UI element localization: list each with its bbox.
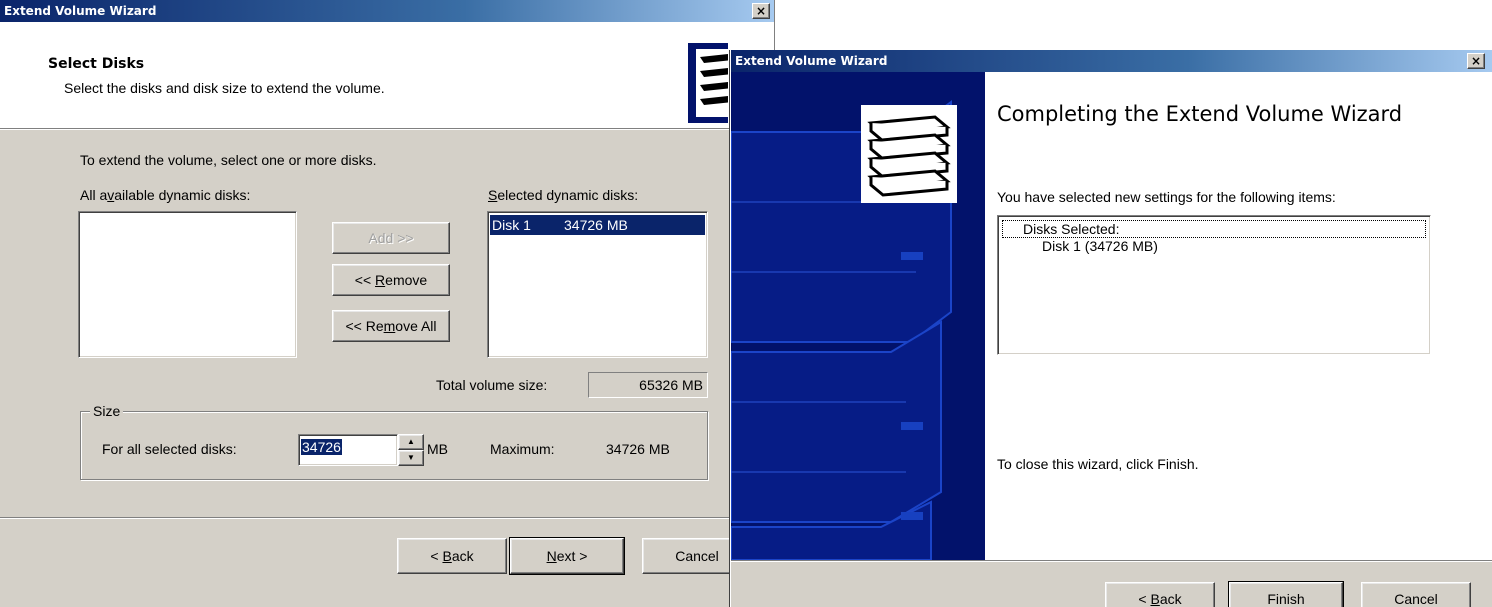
total-volume-field: 65326 MB (588, 372, 708, 398)
completion-content: Completing the Extend Volume Wizard You … (985, 72, 1492, 560)
close-icon: × (755, 4, 767, 18)
spin-down-icon: ▼ (407, 453, 415, 462)
right-back-button[interactable]: < Back (1105, 582, 1215, 607)
available-disks-list[interactable] (78, 211, 297, 358)
header-title: Select Disks (48, 56, 145, 72)
left-title-bar: Extend Volume Wizard (0, 0, 774, 22)
selected-disk-name: Disk 1 (492, 217, 531, 233)
wizard-banner (731, 72, 985, 560)
remove-label-post: emove (385, 272, 428, 288)
header-subtitle: Select the disks and disk size to extend… (64, 80, 385, 96)
next-post: ext > (556, 548, 588, 564)
right-wizard-window: Extend Volume Wizard × Completing the Ex… (730, 50, 1492, 607)
left-window-title: Extend Volume Wizard (4, 4, 157, 18)
remove-label-accel: R (375, 272, 386, 288)
selected-disks-list[interactable]: Disk 1 34726 MB (487, 211, 708, 358)
for-all-disks-label: For all selected disks: (102, 441, 237, 457)
size-group-label: Size (90, 403, 124, 419)
stacked-disks-icon (861, 105, 957, 203)
available-label-pre: All a (80, 187, 108, 203)
right-cancel-label: Cancel (1394, 591, 1438, 607)
remove-button[interactable]: << Remove (332, 264, 450, 296)
right-back-accel: B (1150, 591, 1160, 607)
remove-label-pre: << (354, 272, 376, 288)
summary-item: Disk 1 (34726 MB) (1042, 238, 1158, 254)
summary-box[interactable]: Disks Selected: Disk 1 (34726 MB) (997, 215, 1431, 355)
available-label-post: ailable dynamic disks: (114, 187, 251, 203)
selected-disk-size: 34726 MB (564, 217, 628, 233)
settings-text: You have selected new settings for the f… (997, 189, 1336, 205)
next-accel: N (546, 548, 557, 564)
summary-header-text: Disks Selected: (1023, 221, 1120, 237)
left-back-accel: B (442, 548, 452, 564)
selected-label-accel: S (488, 187, 498, 203)
selected-disk-item[interactable]: Disk 1 34726 MB (490, 215, 705, 235)
spin-down-button[interactable]: ▼ (398, 450, 424, 466)
size-unit-label: MB (427, 441, 448, 457)
maximum-label: Maximum: (490, 441, 555, 457)
right-title-bar: Extend Volume Wizard (731, 50, 1492, 72)
right-window-title: Extend Volume Wizard (735, 54, 888, 68)
summary-header: Disks Selected: (1002, 220, 1426, 238)
right-back-pre: < (1138, 591, 1151, 607)
left-back-post: ack (451, 548, 474, 564)
next-button[interactable]: Next > (509, 537, 625, 575)
remove-all-label-pre: << Re (345, 318, 384, 334)
stacked-disks-icon (688, 43, 728, 123)
remove-all-label-post: ove All (395, 318, 437, 334)
spin-up-button[interactable]: ▲ (398, 434, 424, 450)
size-input[interactable]: 34726 (298, 434, 398, 466)
completion-heading: Completing the Extend Volume Wizard (997, 102, 1403, 126)
selected-label-post: elected dynamic disks: (497, 187, 639, 203)
left-header-band: Select Disks Select the disks and disk s… (0, 22, 774, 128)
total-volume-value: 65326 MB (639, 377, 703, 393)
instruction-text: To extend the volume, select one or more… (80, 152, 377, 168)
add-button-label: Add >> (368, 230, 414, 246)
right-cancel-button[interactable]: Cancel (1361, 582, 1471, 607)
left-back-pre: < (430, 548, 443, 564)
right-back-post: ack (1159, 591, 1182, 607)
left-back-button[interactable]: < Back (397, 538, 507, 574)
available-disks-label: All available dynamic disks: (80, 187, 250, 203)
remove-all-label-accel: m (383, 318, 396, 334)
maximum-value: 34726 MB (606, 441, 670, 457)
finish-label: Finish (1267, 591, 1305, 607)
close-icon: × (1470, 54, 1482, 68)
left-cancel-label: Cancel (675, 548, 719, 564)
header-separator-highlight (0, 129, 774, 130)
total-volume-label: Total volume size: (436, 377, 548, 393)
right-close-button[interactable]: × (1467, 53, 1485, 69)
close-instruction: To close this wizard, click Finish. (997, 456, 1199, 472)
selected-disks-label: Selected dynamic disks: (488, 187, 638, 203)
size-input-value: 34726 (301, 439, 342, 455)
finish-button[interactable]: Finish (1228, 581, 1344, 607)
left-wizard-window: Extend Volume Wizard × Select Disks Sele… (0, 0, 775, 607)
add-button[interactable]: Add >> (332, 222, 450, 254)
left-close-button[interactable]: × (752, 3, 770, 19)
right-footer-separator-highlight (731, 561, 1492, 562)
remove-all-button[interactable]: << Remove All (332, 310, 450, 342)
spin-up-icon: ▲ (407, 437, 415, 446)
footer-separator-highlight (0, 518, 774, 519)
size-spinner[interactable]: ▲ ▼ (398, 434, 424, 466)
